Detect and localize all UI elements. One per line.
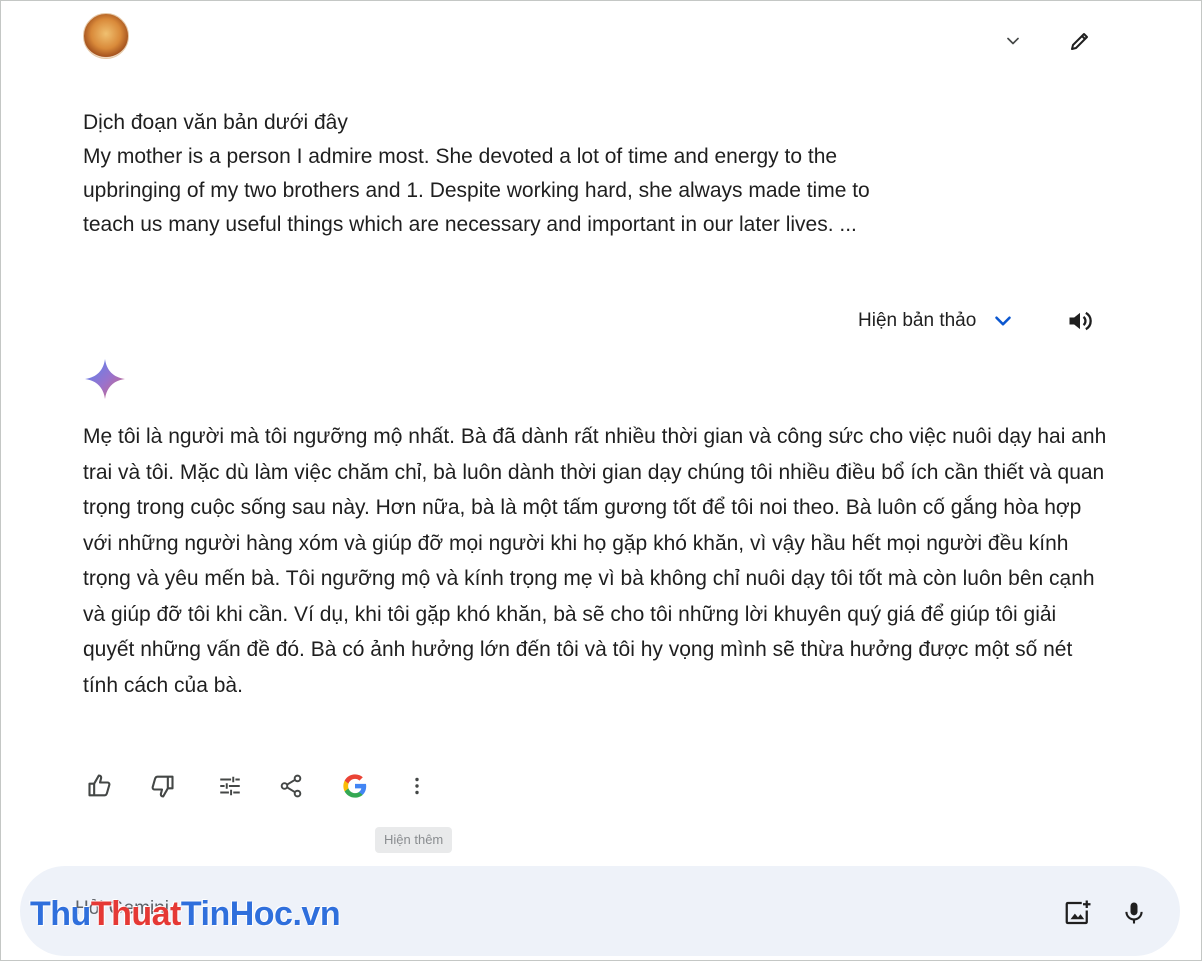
show-drafts-label: Hiện bản thảo	[858, 310, 977, 331]
share-icon	[280, 774, 302, 798]
add-photo-icon	[1065, 900, 1091, 925]
modify-response-button[interactable]	[212, 768, 248, 804]
expand-prompt-button[interactable]	[996, 24, 1030, 58]
microphone-button[interactable]	[1114, 893, 1154, 933]
pencil-icon	[1071, 33, 1088, 50]
gemini-spark-icon	[85, 359, 125, 399]
prompt-line: teach us many useful things which are ne…	[83, 213, 857, 236]
watermark-part: TinHoc.vn	[180, 895, 341, 933]
microphone-icon	[1125, 902, 1143, 924]
user-avatar	[83, 13, 129, 59]
prompt-text: Dịch đoạn văn bản dưới đây My mother is …	[83, 106, 983, 242]
tune-icon	[220, 776, 240, 796]
volume-icon	[1069, 311, 1092, 331]
listen-button[interactable]	[1063, 304, 1097, 338]
good-response-button[interactable]	[82, 768, 118, 804]
thumb-down-icon	[151, 775, 174, 798]
watermark-part: Thuat	[90, 895, 182, 933]
upload-image-button[interactable]	[1058, 893, 1098, 933]
share-button[interactable]	[273, 768, 309, 804]
prompt-line: My mother is a person I admire most. She…	[83, 145, 838, 168]
show-drafts-button[interactable]: Hiện bản thảo	[858, 304, 1016, 338]
response-text: Mẹ tôi là người mà tôi ngưỡng mộ nhất. B…	[83, 425, 1107, 697]
bad-response-button[interactable]	[144, 768, 180, 804]
edit-prompt-button[interactable]	[1063, 24, 1097, 58]
thumb-up-icon	[88, 774, 111, 797]
site-watermark: ThuThuatTinHoc.vn	[30, 895, 341, 934]
prompt-line: Dịch đoạn văn bản dưới đây	[83, 111, 348, 134]
chevron-down-icon	[1007, 37, 1019, 45]
chevron-down-icon	[995, 316, 1012, 326]
google-icon	[343, 774, 367, 798]
watermark-part: Thu	[30, 895, 91, 933]
double-check-button[interactable]	[337, 768, 373, 804]
prompt-line: upbringing of my two brothers and 1. Des…	[83, 179, 870, 202]
more-vert-icon	[415, 777, 419, 795]
more-options-button[interactable]	[399, 768, 435, 804]
more-options-tooltip: Hiện thêm	[375, 827, 453, 853]
